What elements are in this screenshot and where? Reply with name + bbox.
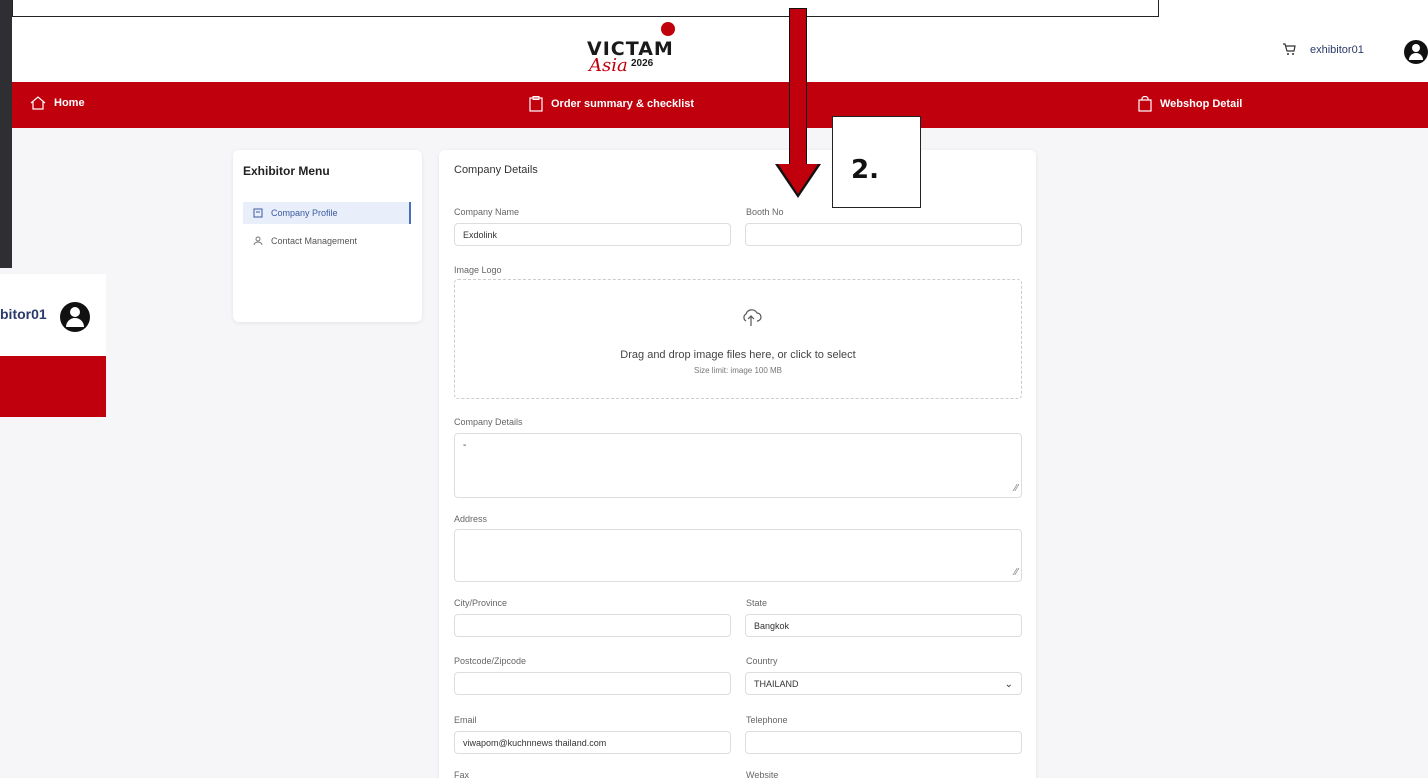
home-icon [30, 96, 46, 110]
image-logo-label: Image Logo [454, 265, 502, 275]
clipboard-icon [529, 96, 543, 112]
menu-item-contact-management[interactable]: Contact Management [243, 230, 411, 252]
website-label: Website [746, 770, 779, 778]
menu-item-label: Company Profile [271, 208, 338, 218]
postcode-label: Postcode/Zipcode [454, 656, 527, 666]
user-name[interactable]: exhibitor01 [1310, 44, 1364, 56]
nav-home-label: Home [54, 97, 85, 109]
nav-webshop-label: Webshop Detail [1160, 98, 1243, 110]
nav-webshop[interactable]: Webshop Detail [1138, 96, 1242, 112]
annotation-arrow [789, 8, 807, 166]
address-label: Address [454, 514, 488, 524]
company-details-textarea[interactable]: - ⁄⁄ [454, 433, 1022, 498]
profile-icon [253, 208, 263, 218]
image-dropzone[interactable]: Drag and drop image files here, or click… [454, 279, 1022, 399]
victam-logo[interactable]: VICTAM Asia 2026 [579, 22, 683, 80]
telephone-label: Telephone [746, 715, 788, 725]
menu-item-label: Contact Management [271, 236, 358, 246]
company-name-label: Company Name [454, 207, 520, 217]
country-label: Country [746, 656, 778, 666]
state-input[interactable]: Bangkok [745, 614, 1022, 637]
chevron-down-icon: ⌄ [1004, 679, 1013, 690]
dropzone-text: Drag and drop image files here, or click… [620, 349, 856, 361]
annotation-step-label: 2. [851, 155, 879, 185]
postcode-input[interactable] [454, 672, 731, 695]
cart-icon[interactable] [1282, 42, 1296, 56]
main-navbar: Home Order summary & checklist Webshop D… [12, 82, 1428, 128]
side-user-name[interactable]: bitor01 [0, 306, 47, 322]
annotation-step-box: 2. [832, 116, 921, 208]
company-details-value: - [463, 440, 467, 451]
menu-item-company-profile[interactable]: Company Profile [243, 202, 411, 224]
resize-grip-icon[interactable]: ⁄⁄ [1015, 567, 1018, 578]
dropzone-subtext: Size limit: image 100 MB [693, 366, 783, 375]
address-textarea[interactable]: ⁄⁄ [454, 529, 1022, 582]
company-details-card: Company Details Company Name Exdolink Bo… [439, 150, 1036, 778]
country-value: THAILAND [754, 678, 799, 689]
menu-title: Exhibitor Menu [243, 164, 330, 178]
avatar-icon[interactable] [1404, 40, 1428, 64]
nav-home[interactable]: Home [30, 96, 85, 110]
email-label: Email [454, 715, 477, 725]
email-input[interactable]: viwapom@kuchnnews thailand.com [454, 731, 731, 754]
company-details-label: Company Details [454, 417, 523, 427]
telephone-input[interactable] [745, 731, 1022, 754]
logo-subtext: Asia [589, 55, 628, 76]
exhibitor-menu-card: Exhibitor Menu Company Profile Contact M… [233, 150, 422, 322]
city-input[interactable] [454, 614, 731, 637]
country-select[interactable]: THAILAND ⌄ [745, 672, 1022, 695]
company-name-input[interactable]: Exdolink [454, 223, 731, 246]
nav-order-summary-label: Order summary & checklist [551, 98, 695, 110]
resize-grip-icon[interactable]: ⁄⁄ [1015, 483, 1018, 494]
fax-label: Fax [454, 770, 470, 778]
floating-user-panel: bitor01 [0, 274, 106, 417]
city-label: City/Province [454, 598, 508, 608]
cloud-upload-icon [743, 309, 762, 326]
annotation-arrow-head-fill [778, 164, 818, 194]
side-avatar-icon[interactable] [60, 302, 90, 332]
booth-no-label: Booth No [746, 207, 784, 217]
left-dark-strip [0, 0, 12, 268]
booth-no-input[interactable] [745, 223, 1022, 246]
nav-order-summary[interactable]: Order summary & checklist [529, 96, 694, 112]
shopping-bag-icon [1138, 96, 1152, 112]
side-red-block [0, 356, 106, 417]
logo-flower-icon [661, 22, 675, 36]
logo-year: 2026 [631, 58, 654, 69]
contacts-icon [253, 236, 263, 246]
annotation-top-box [12, 0, 1159, 17]
state-label: State [746, 598, 768, 608]
form-title: Company Details [454, 164, 538, 176]
